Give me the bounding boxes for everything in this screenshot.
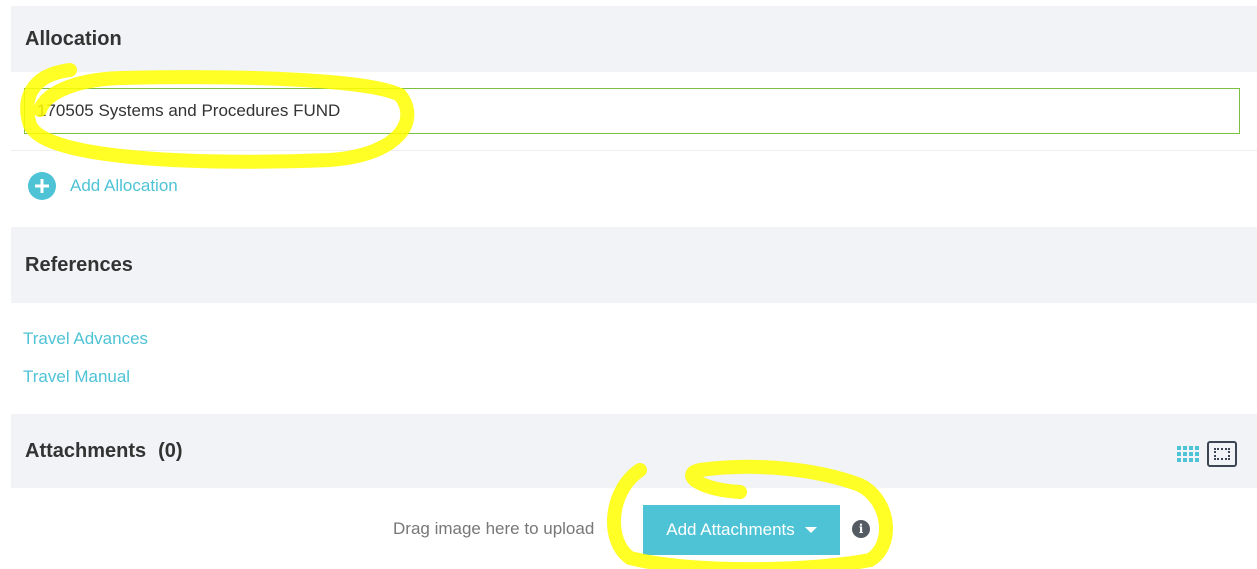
grid-icon[interactable]: [1177, 446, 1199, 462]
references-header: References: [11, 227, 1257, 303]
attachments-count: (0): [158, 439, 183, 462]
view-toggle: [1177, 441, 1237, 467]
drag-upload-text: Drag image here to upload: [393, 519, 595, 538]
divider: [11, 150, 1257, 151]
attachments-title: Attachments: [25, 439, 147, 462]
plus-circle-icon[interactable]: [28, 172, 56, 200]
info-icon[interactable]: i: [852, 520, 870, 538]
travel-advances-link[interactable]: Travel Advances: [23, 329, 148, 349]
add-attachments-label: Add Attachments: [666, 520, 795, 539]
attachments-header: Attachments (0): [11, 414, 1257, 488]
add-allocation-label[interactable]: Add Allocation: [70, 176, 178, 196]
fullscreen-icon[interactable]: [1207, 441, 1237, 467]
references-title: References: [25, 253, 133, 276]
allocation-title: Allocation: [25, 27, 122, 50]
allocation-header: Allocation: [11, 6, 1257, 72]
add-attachments-button[interactable]: Add Attachments: [643, 505, 840, 555]
add-allocation-button[interactable]: Add Allocation: [28, 172, 178, 200]
travel-manual-link[interactable]: Travel Manual: [23, 367, 130, 387]
caret-down-icon: [804, 527, 817, 533]
allocation-field[interactable]: 170505 Systems and Procedures FUND: [24, 88, 1240, 134]
allocation-field-value: 170505 Systems and Procedures FUND: [37, 101, 341, 120]
page: Allocation 170505 Systems and Procedures…: [0, 0, 1257, 569]
